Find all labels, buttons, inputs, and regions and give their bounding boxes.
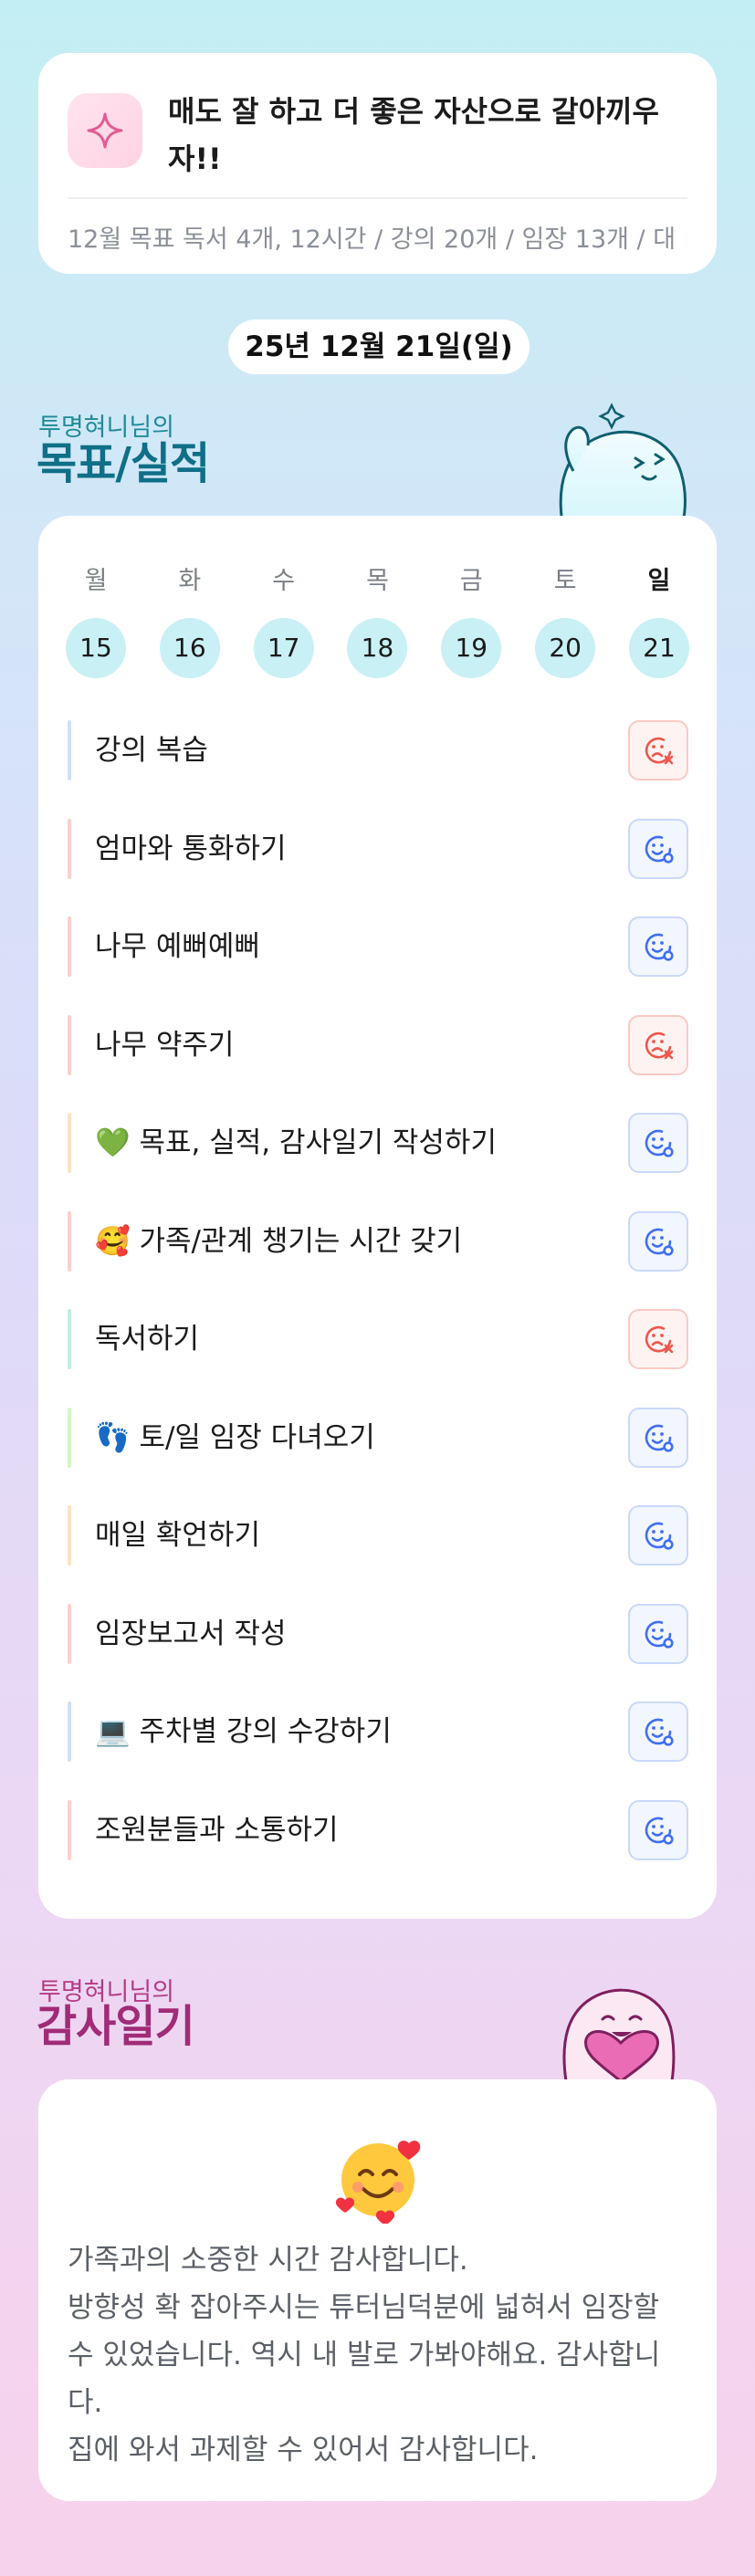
task-color-bar (68, 818, 71, 879)
gratitude-line: 가족과의 소중한 시간 감사합니다. (68, 2244, 468, 2277)
task-row[interactable]: 👣 토/일 임장 다녀오기 (68, 1395, 688, 1493)
task-row[interactable]: 나무 약주기 (68, 1002, 688, 1101)
task-row[interactable]: 임장보고서 작성 (68, 1591, 688, 1690)
task-label: 조원분들과 소통하기 (95, 1813, 339, 1847)
task-color-bar (68, 1799, 71, 1860)
divider (68, 197, 687, 199)
task-row[interactable]: 강의 복습 (68, 707, 688, 806)
waving-character-icon (559, 403, 687, 523)
sad-face-fail-icon[interactable] (628, 1014, 688, 1075)
week-strip: 월 15 화 16 수 17 목 18 금 19 토 20 일 21 (66, 563, 689, 678)
task-color-bar (68, 1113, 71, 1173)
smile-face-done-icon[interactable] (628, 916, 688, 977)
day-17[interactable]: 수 17 (253, 563, 314, 678)
day-number: 19 (441, 618, 502, 678)
goal-title: 매도 잘 하고 더 좋은 자산으로 갈아끼우자!! (168, 94, 659, 176)
sad-face-fail-icon[interactable] (628, 1309, 688, 1369)
date-selector[interactable]: 25년 12월 21일(일) (228, 319, 530, 374)
smile-face-done-icon[interactable] (628, 818, 688, 879)
task-row[interactable]: 독서하기 (68, 1296, 688, 1395)
monthly-goal-summary: 12월 목표 독서 4개, 12시간 / 강의 20개 / 임장 13개 / 대 (68, 225, 676, 254)
smile-face-done-icon[interactable] (628, 1505, 688, 1565)
gratitude-line: 집에 와서 과제할 수 있어서 감사합니다. (68, 2434, 539, 2466)
smile-face-done-icon[interactable] (628, 1603, 688, 1664)
task-label: 🥰 가족/관계 챙기는 시간 갖기 (95, 1224, 463, 1258)
task-label: 나무 예뻐예뻐 (95, 930, 260, 963)
sad-face-fail-icon[interactable] (628, 720, 688, 780)
task-row[interactable]: 🥰 가족/관계 챙기는 시간 갖기 (68, 1199, 688, 1297)
task-label: 매일 확언하기 (95, 1519, 260, 1552)
smile-face-done-icon[interactable] (628, 1407, 688, 1468)
task-color-bar (68, 1210, 71, 1272)
smiling-hearts-emoji-icon (332, 2132, 424, 2225)
task-color-bar (68, 1407, 71, 1468)
day-number: 20 (535, 618, 596, 678)
day-21[interactable]: 일 21 (628, 563, 689, 678)
day-19[interactable]: 금 19 (441, 563, 502, 678)
task-color-bar (68, 1505, 71, 1565)
day-number: 16 (159, 618, 220, 678)
task-color-bar (68, 720, 71, 780)
day-16[interactable]: 화 16 (159, 563, 220, 678)
task-label: 나무 약주기 (95, 1028, 235, 1062)
day-15[interactable]: 월 15 (66, 563, 126, 678)
day-label: 일 (647, 567, 671, 595)
task-color-bar (68, 1702, 71, 1762)
day-number: 17 (253, 618, 314, 678)
task-row[interactable]: 💚 목표, 실적, 감사일기 작성하기 (68, 1100, 688, 1199)
day-number: 15 (66, 618, 126, 678)
day-number: 21 (628, 618, 689, 678)
day-label: 토 (553, 567, 577, 595)
smile-face-done-icon[interactable] (628, 1799, 688, 1860)
task-row[interactable]: 엄마와 통화하기 (68, 806, 688, 905)
monthly-goal-card[interactable]: 매도 잘 하고 더 좋은 자산으로 갈아끼우자!! 12월 목표 독서 4개, … (38, 53, 717, 274)
day-20[interactable]: 토 20 (535, 563, 596, 678)
day-label: 화 (178, 567, 202, 595)
day-number: 18 (347, 618, 408, 678)
task-label: 👣 토/일 임장 다녀오기 (95, 1420, 375, 1454)
task-color-bar (68, 916, 71, 977)
task-row[interactable]: 나무 예뻐예뻐 (68, 904, 688, 1002)
smile-face-done-icon[interactable] (628, 1702, 688, 1762)
task-row[interactable]: 매일 확언하기 (68, 1492, 688, 1591)
task-color-bar (68, 1603, 71, 1664)
gratitude-section-title: 감사일기 (37, 2001, 195, 2052)
task-label: 임장보고서 작성 (95, 1617, 287, 1650)
day-label: 월 (84, 567, 108, 595)
day-label: 목 (366, 567, 389, 595)
task-label: 독서하기 (95, 1323, 200, 1356)
gratitude-card: 가족과의 소중한 시간 감사합니다. 방향성 확 잡아주시는 튜터님덕분에 넓혀서… (38, 2079, 717, 2501)
task-color-bar (68, 1309, 71, 1369)
gratitude-line: 방향성 확 잡아주시는 튜터님덕분에 넓혀서 임장할 수 있었습니다. 역시 내… (68, 2291, 661, 2419)
task-list: 강의 복습엄마와 통화하기나무 예뻐예뻐나무 약주기 💚 목표, 실적, 감사일기… (68, 707, 688, 1885)
task-label: 💻 주차별 강의 수강하기 (95, 1715, 392, 1748)
task-label: 강의 복습 (95, 734, 208, 767)
task-label: 엄마와 통화하기 (95, 832, 287, 865)
heart-character-icon (562, 1988, 676, 2081)
smile-face-done-icon[interactable] (628, 1210, 688, 1272)
goals-section-title: 목표/실적 (37, 438, 210, 489)
day-label: 금 (459, 567, 483, 595)
task-row[interactable]: 💻 주차별 강의 수강하기 (68, 1689, 688, 1787)
goals-card: 월 15 화 16 수 17 목 18 금 19 토 20 일 21 강의 복습엄마와 통화하기나무 예뻐… (38, 516, 717, 1919)
gratitude-text: 가족과의 소중한 시간 감사합니다. 방향성 확 잡아주시는 튜터님덕분에 넓혀서… (68, 2236, 688, 2474)
task-color-bar (68, 1014, 71, 1075)
day-label: 수 (272, 567, 296, 595)
smile-face-done-icon[interactable] (628, 1113, 688, 1173)
day-18[interactable]: 목 18 (347, 563, 408, 678)
task-row[interactable]: 조원분들과 소통하기 (68, 1787, 688, 1886)
sparkle-icon (68, 93, 142, 168)
task-label: 💚 목표, 실적, 감사일기 작성하기 (95, 1126, 497, 1159)
